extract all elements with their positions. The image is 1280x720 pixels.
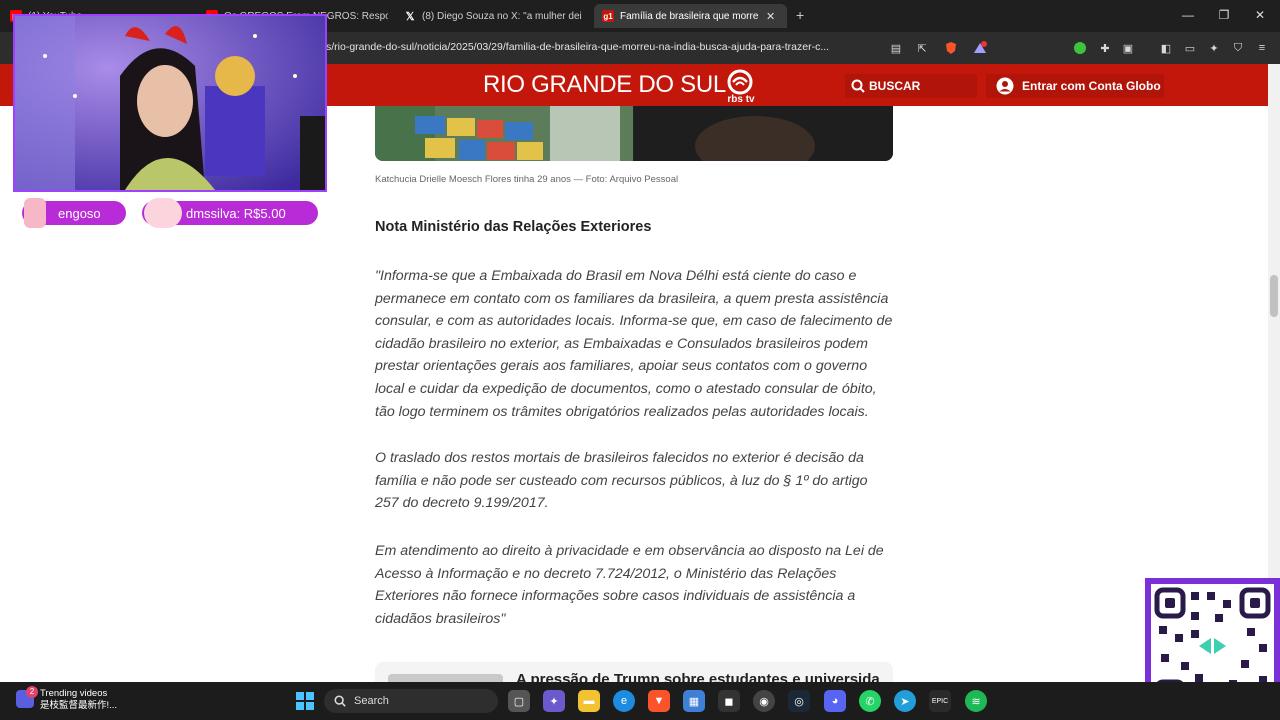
file-explorer-icon[interactable]: ▬ (578, 690, 600, 712)
g1-icon: g1 (602, 10, 614, 22)
brave-icon[interactable]: ▼ (648, 690, 670, 712)
close-window-icon[interactable]: ✕ (1250, 8, 1270, 22)
article-paragraph: Em atendimento ao direito à privacidade … (375, 543, 884, 627)
photo-caption: Katchucia Drielle Moesch Flores tinha 29… (375, 174, 679, 185)
article-paragraph: "Informa-se que a Embaixada do Brasil em… (375, 268, 893, 420)
related-article-thumbnail[interactable] (388, 674, 503, 682)
search-icon (851, 79, 865, 93)
search-label: BUSCAR (869, 79, 921, 93)
news-widget[interactable]: Trending videos 是枝監督最新作!... (40, 688, 117, 712)
close-tab-icon[interactable]: ✕ (766, 10, 775, 23)
extension-green-icon[interactable] (1072, 40, 1088, 56)
webcam-overlay (13, 14, 327, 192)
share-icon[interactable]: ⇱ (914, 40, 930, 56)
article-subheading: Nota Ministério das Relações Exteriores (375, 219, 652, 235)
search-button[interactable]: BUSCAR (845, 74, 977, 98)
taskbar-search[interactable]: Search (324, 689, 498, 713)
search-icon (334, 695, 346, 707)
vpn-icon[interactable]: ⛉ (1230, 40, 1246, 56)
telegram-icon[interactable]: ➤ (894, 690, 916, 712)
sticker-icon (24, 198, 46, 228)
scrollbar-thumb[interactable] (1270, 275, 1278, 317)
menu-icon[interactable]: ≡ (1254, 40, 1270, 56)
donor-badge: engoso (22, 198, 126, 228)
steam-icon[interactable]: ◎ (788, 690, 810, 712)
obs-icon[interactable]: ◉ (753, 690, 775, 712)
tab-title: Família de brasileira que morreu (620, 10, 758, 22)
svg-text:rbs tv: rbs tv (727, 94, 755, 104)
brave-rewards-icon[interactable] (972, 40, 988, 56)
reader-mode-icon[interactable]: ▤ (888, 40, 904, 56)
capcut-icon[interactable]: ◼ (718, 690, 740, 712)
donor-text: engoso (58, 205, 101, 221)
task-view-icon[interactable]: ▢ (508, 690, 530, 712)
windows-taskbar (0, 682, 1280, 720)
login-button[interactable]: Entrar com Conta Globo (986, 74, 1164, 98)
edge-icon[interactable]: e (613, 690, 635, 712)
search-label: Search (354, 695, 389, 707)
extensions-puzzle-icon[interactable]: ✚ (1097, 40, 1113, 56)
news-badge: 2 (26, 686, 38, 698)
tab-g1-active[interactable]: g1 Família de brasileira que morreu ✕ (594, 4, 787, 28)
user-icon (996, 77, 1014, 95)
copilot-icon[interactable]: ✦ (543, 690, 565, 712)
donor-badge: dmssilva: R$5.00 (142, 198, 318, 228)
url-field[interactable]: s/rio-grande-do-sul/noticia/2025/03/29/f… (326, 41, 881, 53)
discord-icon[interactable]: ◕ (824, 690, 846, 712)
spotify-icon[interactable]: ≋ (965, 690, 987, 712)
article-paragraph: O traslado dos restos mortais de brasile… (375, 450, 868, 512)
login-label: Entrar com Conta Globo (1022, 79, 1161, 93)
sticker-icon (144, 198, 182, 228)
section-title[interactable]: RIO GRANDE DO SUL (483, 71, 726, 99)
article-photo (375, 106, 893, 161)
x-icon: 𝕏 (405, 10, 415, 23)
minimize-icon[interactable]: — (1178, 8, 1198, 22)
windows-start-icon[interactable] (294, 690, 316, 712)
donor-text: dmssilva: R$5.00 (186, 205, 286, 221)
store-icon[interactable]: ▦ (683, 690, 705, 712)
leo-ai-icon[interactable]: ✦ (1206, 40, 1222, 56)
wallet-icon[interactable]: ▭ (1182, 40, 1198, 56)
news-title: Trending videos (40, 688, 108, 699)
brave-shields-icon[interactable] (943, 40, 959, 56)
whatsapp-icon[interactable]: ✆ (859, 690, 881, 712)
rbs-tv-logo[interactable]: rbs tv (720, 68, 762, 105)
maximize-icon[interactable]: ❐ (1214, 8, 1234, 22)
sidebar-icon[interactable]: ◧ (1158, 40, 1174, 56)
tab-title: (8) Diego Souza no X: "a mulher deix (422, 10, 582, 22)
epic-games-icon[interactable]: EPIC (929, 690, 951, 712)
tab-x-diego[interactable]: 𝕏 (8) Diego Souza no X: "a mulher deix (404, 4, 582, 28)
media-icon[interactable]: ▣ (1120, 40, 1136, 56)
new-tab-button[interactable]: + (796, 7, 804, 23)
news-subtitle: 是枝監督最新作!... (40, 700, 118, 711)
